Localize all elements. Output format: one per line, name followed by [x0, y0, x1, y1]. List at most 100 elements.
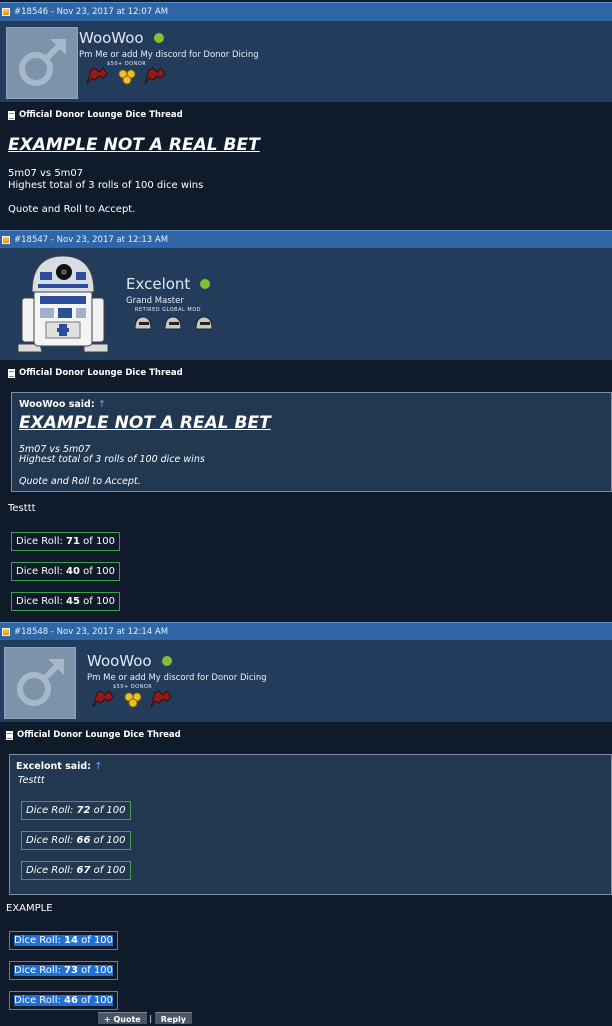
username[interactable]: WooWoo	[87, 652, 267, 670]
thread-title[interactable]: Official Donor Lounge Dice Thread	[0, 368, 183, 378]
post-header-text: #18546 - Nov 23, 2017 at 12:07 AM	[14, 7, 169, 17]
online-status-icon	[153, 33, 164, 43]
badge-label: $50+ DONOR	[113, 684, 153, 690]
dice-roll-value: 14	[64, 935, 78, 946]
quote-line: Highest total of 3 rolls of 100 dice win…	[19, 454, 205, 465]
post-18546: #18546 - Nov 23, 2017 at 12:07 AM WooWoo…	[0, 0, 612, 229]
user-meta: WooWoo Pm Me or add My discord for Donor…	[79, 29, 259, 88]
thread-title[interactable]: Official Donor Lounge Dice Thread	[0, 110, 183, 120]
avatar[interactable]	[17, 252, 109, 358]
quoted-dice-roll: Dice Roll: 72 of 100	[21, 801, 131, 820]
user-meta: Excelont Grand Master RETIRED GLOBAL MOD	[126, 275, 226, 334]
donor-badges: $50+ DONOR	[87, 683, 187, 711]
claw-icon	[150, 690, 172, 708]
post-message: Testtt	[8, 503, 36, 514]
user-info: WooWoo Pm Me or add My discord for Donor…	[0, 21, 612, 102]
helmet-icon	[195, 316, 213, 330]
document-icon	[6, 730, 13, 740]
post-line: 5m07 vs 5m07	[8, 168, 84, 179]
jump-to-quote-icon[interactable]: ↑	[98, 399, 106, 410]
quote-author-text[interactable]: WooWoo said:	[19, 399, 95, 410]
post-line: Highest total of 3 rolls of 100 dice win…	[8, 180, 204, 191]
post-heading: EXAMPLE NOT A REAL BET	[8, 135, 260, 155]
quote-heading: EXAMPLE NOT A REAL BET	[19, 413, 271, 433]
post-18547: #18547 - Nov 23, 2017 at 12:13 AM Excelo…	[0, 229, 612, 621]
post-header: #18547 - Nov 23, 2017 at 12:13 AM	[0, 230, 612, 249]
dice-roll: Dice Roll: 14 of 100	[9, 931, 119, 950]
dice-roll: Dice Roll: 71 of 100	[11, 532, 121, 551]
post-icon	[2, 236, 10, 244]
thread-title-text[interactable]: Official Donor Lounge Dice Thread	[19, 110, 183, 120]
button-separator: |	[149, 1014, 153, 1023]
dice-roll-value: 67	[76, 865, 91, 876]
thread-title[interactable]: Official Donor Lounge Dice Thread	[0, 730, 181, 740]
dice-roll: Dice Roll: 40 of 100	[11, 562, 121, 581]
badge-label: RETIRED GLOBAL MOD	[135, 307, 201, 313]
username-text[interactable]: WooWoo	[79, 29, 144, 47]
username[interactable]: Excelont	[126, 275, 226, 293]
username-text[interactable]: Excelont	[126, 275, 190, 293]
post-header: #18546 - Nov 23, 2017 at 12:07 AM	[0, 2, 612, 21]
jump-to-quote-icon[interactable]: ↑	[94, 761, 102, 772]
dice-roll: Dice Roll: 46 of 100	[9, 991, 119, 1010]
post-header-text: #18547 - Nov 23, 2017 at 12:13 AM	[14, 235, 169, 245]
dice-roll: Dice Roll: 45 of 100	[11, 592, 121, 611]
helmet-icon	[134, 316, 152, 330]
male-symbol-avatar-icon	[19, 39, 66, 86]
post-line: Quote and Roll to Accept.	[8, 204, 136, 215]
dice-roll: Dice Roll: 73 of 100	[9, 961, 119, 980]
quote-line: Quote and Roll to Accept.	[19, 476, 141, 487]
mod-badges: RETIRED GLOBAL MOD	[126, 306, 226, 334]
dice-roll-value: 40	[66, 566, 80, 577]
quote-message: Testtt	[18, 775, 45, 786]
post-icon	[2, 8, 10, 16]
online-status-icon	[200, 279, 211, 289]
username-text[interactable]: WooWoo	[87, 652, 152, 670]
user-meta: WooWoo Pm Me or add My discord for Donor…	[87, 652, 267, 711]
quote-author[interactable]: WooWoo said: ↑	[19, 399, 106, 410]
post-icon	[2, 628, 10, 636]
avatar[interactable]	[4, 647, 76, 719]
quote-button[interactable]: + Quote	[98, 1012, 147, 1024]
post-message: EXAMPLE	[6, 903, 53, 914]
thread-title-text[interactable]: Official Donor Lounge Dice Thread	[19, 368, 183, 378]
claw-icon	[86, 67, 108, 85]
gold-coins-icon	[118, 69, 136, 85]
quoted-dice-roll: Dice Roll: 66 of 100	[21, 831, 131, 850]
r2d2-avatar-icon	[17, 255, 109, 353]
post-header-text: #18548 - Nov 23, 2017 at 12:14 AM	[14, 627, 169, 637]
document-icon	[8, 110, 15, 120]
dice-roll-value: 46	[64, 995, 78, 1006]
online-status-icon	[161, 656, 172, 666]
user-title: Grand Master	[126, 296, 184, 306]
badge-label: $50+ DONOR	[107, 61, 147, 67]
quote-author[interactable]: Excelont said: ↑	[16, 761, 102, 772]
user-tagline: Pm Me or add My discord for Donor Dicing	[79, 50, 259, 60]
reply-button[interactable]: Reply	[154, 1012, 193, 1024]
user-info: Excelont Grand Master RETIRED GLOBAL MOD	[0, 248, 612, 360]
dice-roll-value: 71	[66, 536, 80, 547]
document-icon	[8, 368, 15, 378]
post-actions: + Quote | Reply	[98, 1012, 193, 1024]
quoted-dice-roll: Dice Roll: 67 of 100	[21, 861, 131, 880]
quote-author-text[interactable]: Excelont said:	[16, 761, 91, 772]
quote-block: Excelont said: ↑ Testtt Dice Roll: 72 of…	[9, 754, 612, 895]
post-header: #18548 - Nov 23, 2017 at 12:14 AM	[0, 622, 612, 641]
quote-block: WooWoo said: ↑ EXAMPLE NOT A REAL BET 5m…	[11, 392, 612, 492]
avatar[interactable]	[6, 27, 78, 99]
dice-roll-value: 73	[64, 965, 78, 976]
dice-roll-value: 72	[76, 805, 91, 816]
thread-title-text[interactable]: Official Donor Lounge Dice Thread	[17, 730, 181, 740]
male-symbol-avatar-icon	[17, 659, 64, 706]
username[interactable]: WooWoo	[79, 29, 259, 47]
user-tagline: Pm Me or add My discord for Donor Dicing	[87, 673, 267, 683]
donor-badges: $50+ DONOR	[79, 60, 179, 88]
claw-icon	[92, 690, 114, 708]
gold-coins-icon	[124, 692, 142, 708]
dice-roll-value: 45	[66, 596, 80, 607]
post-18548: #18548 - Nov 23, 2017 at 12:14 AM WooWoo…	[0, 621, 612, 1023]
user-info: WooWoo Pm Me or add My discord for Donor…	[0, 640, 612, 722]
helmet-icon	[164, 316, 182, 330]
dice-roll-value: 66	[76, 835, 91, 846]
claw-icon	[144, 67, 166, 85]
